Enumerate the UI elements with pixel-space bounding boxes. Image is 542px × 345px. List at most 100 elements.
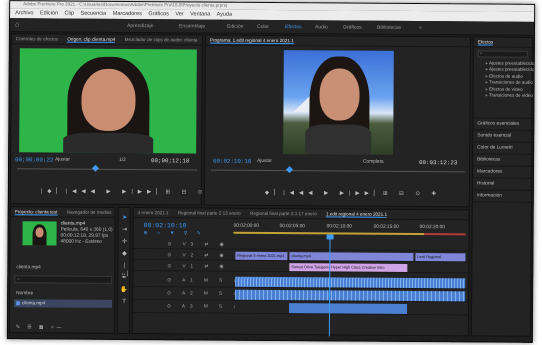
timeline-panel: 4 enero 2021.1 Regional final parte 2 13… <box>131 207 470 337</box>
program-quality-select[interactable]: Completa <box>363 160 384 165</box>
timeline-playhead-handle[interactable] <box>326 234 334 240</box>
menu-marcadores[interactable]: Marcadores <box>113 11 142 17</box>
source-monitor-panel: Controles de efectos Origen: clip client… <box>9 33 224 206</box>
source-ruler[interactable] <box>16 168 198 174</box>
clip-v2-regional[interactable]: Regional 4 enero 2021.mp4 <box>235 251 288 261</box>
clip-thumbnail[interactable] <box>22 221 57 246</box>
clip-icon <box>16 301 21 306</box>
ripple-edit-tool-icon[interactable]: ✢ <box>120 238 128 246</box>
workspace-audio[interactable]: Audio <box>315 20 328 34</box>
program-fit-select[interactable]: Ajustar <box>257 159 272 164</box>
panel-info[interactable]: Información <box>472 190 531 204</box>
project-panel: Proyecto: clienta test Navegador de medi… <box>8 206 116 334</box>
effects-tree: Ajustes preestablecidos Ajustes preestab… <box>474 60 535 99</box>
menu-secuencia[interactable]: Secuencia <box>81 11 107 17</box>
panel-history[interactable]: Historial <box>472 178 531 192</box>
render-bar <box>233 231 466 236</box>
panel-essential-graphics[interactable]: Gráficos esenciales <box>473 118 532 132</box>
menu-graficos[interactable]: Gráficos <box>148 11 169 17</box>
clip-v1-intro[interactable]: Sunset Drive Telegenic Hyper High Class … <box>289 263 408 272</box>
shirt-shape <box>305 124 372 155</box>
project-list-item[interactable]: clienta.mp4 <box>14 299 113 308</box>
menu-ayuda[interactable]: Ayuda <box>217 12 233 18</box>
panel-libraries[interactable]: Bibliotecas <box>473 154 532 168</box>
source-ratio-select[interactable]: 1/2 <box>119 158 126 163</box>
source-transport-controls[interactable]: |◆▏|◀◀◀ ▶ ▶|▶▶▏⊞ ⊟ ⊙ ✚ <box>41 188 224 195</box>
workspace-color[interactable]: Color <box>257 20 269 34</box>
effects-search-input[interactable]: ⌕ <box>477 50 528 58</box>
shirt-shape <box>63 132 154 154</box>
timeline-ruler[interactable]: 00:02:00:00 00:02:05:00 00:02:10:00 00:0… <box>233 223 466 239</box>
ruler-label-4: 00:02:15:00 <box>373 224 399 230</box>
tab-effect-controls[interactable]: Controles de efectos <box>16 36 58 41</box>
more-workspaces-icon[interactable]: » <box>419 21 422 35</box>
home-icon[interactable]: ⌂ <box>15 18 19 32</box>
effects-panel: Efectos ⌕ Ajustes preestablecidos Ajuste… <box>470 36 535 337</box>
timeline-tab-4[interactable]: 1.edit regional 4 enero 2021.1 <box>325 211 388 218</box>
program-transport-controls[interactable]: ◆▏|◀◀◀ ▶ ▶|▶▶▏⊞ ⊟ ⊙ ✚ <box>265 190 441 197</box>
audio-clip-a3[interactable] <box>289 303 408 314</box>
program-ruler[interactable] <box>210 169 466 176</box>
source-timecode-in[interactable]: 00;00;00;22 <box>15 156 53 163</box>
ruler-label-3: 00:02:10:00 <box>326 224 352 230</box>
workspace-efectos[interactable]: Efectos <box>285 20 302 34</box>
ruler-label-5: 00:02:20:00 <box>419 225 445 231</box>
pen-tool-icon[interactable]: ✒ <box>120 274 128 282</box>
workspace-ensamblaje[interactable]: Ensamblaje <box>179 19 205 33</box>
effects-title[interactable]: Efectos <box>477 39 494 46</box>
workspace-bibliotecas[interactable]: Bibliotecas <box>377 21 401 35</box>
timeline-timecode[interactable]: 00:02:10:10 <box>144 222 187 229</box>
tab-media-browser[interactable]: Navegador de medios <box>67 210 112 215</box>
clip-info-1: Película, 640 x 360 (1,0) <box>60 227 113 233</box>
clip-name: clienta.mp4 <box>60 221 86 227</box>
clip-v2-clienta[interactable]: clienta.mp4 <box>289 252 414 261</box>
tab-source[interactable]: Origen: clip clienta.mp4 <box>67 36 116 43</box>
ruler-label-1: 00:02:00:00 <box>233 223 259 229</box>
source-timecode-out: 00;00;12;18 <box>151 157 190 165</box>
face-shape <box>319 68 360 121</box>
clip-info-2: 00;00;12;18, 29,97 fps <box>60 233 109 239</box>
tab-audio-clip-mixer[interactable]: Mezclador de clips de audio: clienta <box>125 37 198 43</box>
name-column-header[interactable]: Nombre <box>16 291 33 296</box>
panel-markers[interactable]: Marcadores <box>472 166 532 180</box>
timeline-tab-2[interactable]: Regional final parte 2 13 enero <box>178 210 241 215</box>
menu-ventana[interactable]: Ventana <box>190 11 210 17</box>
panel-essential-sound[interactable]: Sonido esencial <box>473 130 532 144</box>
project-footer-controls[interactable]: ✎ ☰ ▦ ○— <box>16 325 65 330</box>
source-tabs: Controles de efectos Origen: clip client… <box>11 34 202 46</box>
source-video-frame <box>19 48 197 154</box>
slip-tool-icon[interactable]: |↔| <box>120 262 128 277</box>
workspace-graficos[interactable]: Gráficos <box>343 20 362 34</box>
premiere-window: Adobe Premiere Pro 2021 - C:\Usuarios\Do… <box>6 0 536 343</box>
menu-archivo[interactable]: Archivo <box>15 10 33 16</box>
track-select-tool-icon[interactable]: ⇥ <box>121 226 129 234</box>
razor-tool-icon[interactable]: ◆ <box>120 250 128 258</box>
program-duration: 00:03:12:23 <box>419 159 458 167</box>
project-file-label: clienta.mp4 <box>16 265 41 271</box>
face-shape <box>81 68 136 132</box>
workspace-edicion[interactable]: Edición <box>227 20 244 34</box>
tab-project[interactable]: Proyecto: clienta test <box>14 209 57 216</box>
source-fit-select[interactable]: Ajustar <box>55 157 70 162</box>
menu-clip[interactable]: Clip <box>65 11 75 17</box>
project-search-input[interactable]: ⌕ <box>14 275 113 284</box>
clip-v2-lexii[interactable]: Lexii Regional <box>415 253 466 262</box>
type-tool-icon[interactable]: T <box>120 298 128 306</box>
hand-tool-icon[interactable]: ✋ <box>120 286 128 294</box>
clip-info-3: 48000 Hz - Estéreo <box>60 239 102 245</box>
tools-panel: ➤ ⇥ ✢ ◆ |↔| ✒ ✋ T <box>116 206 131 335</box>
ruler-label-2: 00:02:05:00 <box>279 224 305 230</box>
panel-lumetri-color[interactable]: Color de Lumetri <box>473 142 532 156</box>
audio-clip-a2[interactable] <box>235 289 466 302</box>
timeline-tab-1[interactable]: 4 enero 2021.1 <box>138 210 169 215</box>
audio-clip-a1[interactable] <box>235 276 466 289</box>
timeline-toolbar-icons[interactable]: ⊕ ∩ ▼ ⚲ ✎ <box>144 231 205 236</box>
timeline-tab-3[interactable]: Regional final parte 2.1 17 enero <box>250 211 317 216</box>
program-monitor-panel: Programa: 1.edit regional 4 enero 2021.1… <box>203 34 471 208</box>
selection-tool-icon[interactable]: ➤ <box>121 214 129 222</box>
menu-ver[interactable]: Ver <box>175 11 183 17</box>
workspace-aprendizaje[interactable]: Aprendizaje <box>127 19 154 33</box>
menu-edicion[interactable]: Edición <box>40 10 58 16</box>
tab-program[interactable]: Programa: 1.edit regional 4 enero 2021.1 <box>209 37 294 45</box>
program-timecode[interactable]: 00:02:10:10 <box>213 158 251 165</box>
